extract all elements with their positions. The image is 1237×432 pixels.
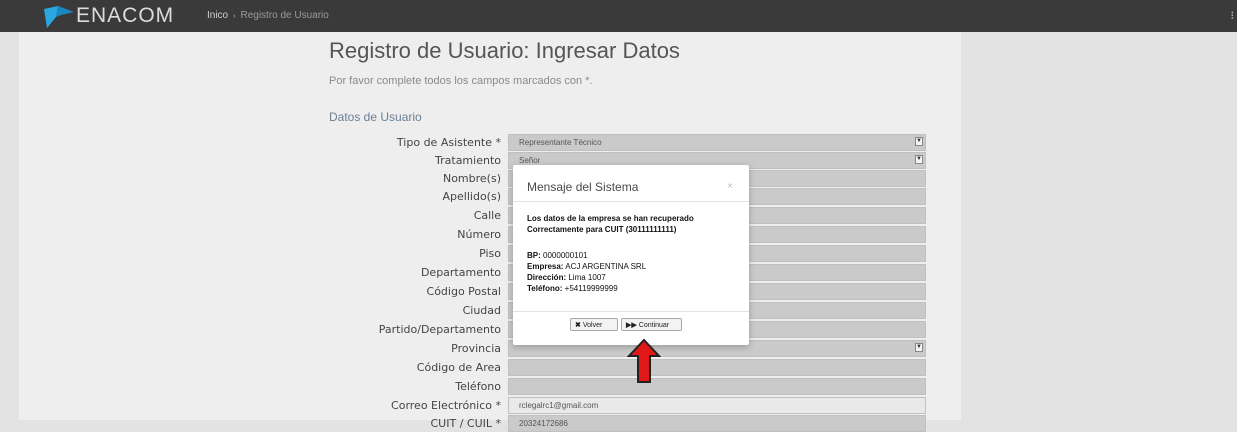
breadcrumb-home-link[interactable]: Inico	[207, 10, 228, 21]
direccion-label: Dirección:	[527, 273, 567, 282]
field-label: Teléfono	[455, 380, 501, 393]
divider	[513, 311, 749, 312]
telefono-value: +54119999999	[564, 284, 618, 293]
telefono-label: Teléfono:	[527, 284, 563, 293]
field-label: Tratamiento	[435, 154, 501, 167]
continuar-label: Continuar	[638, 322, 670, 329]
field-label: Departamento	[420, 266, 501, 279]
system-message-dialog: Mensaje del Sistema × Los datos de la em…	[513, 165, 749, 345]
enacom-logo-icon	[44, 6, 74, 28]
chevron-down-icon[interactable]: ▼	[915, 343, 923, 352]
continuar-button[interactable]: ▶▶ Continuar	[621, 318, 682, 331]
volver-button[interactable]: ✖ Volver	[570, 318, 618, 331]
page-title: Registro de Usuario: Ingresar Datos	[329, 38, 680, 63]
telefono-line: Teléfono: +54119999999	[527, 283, 737, 294]
field-label: Código de Area	[416, 361, 501, 374]
direccion-line: Dirección: Lima 1007	[527, 272, 737, 283]
bp-line: BP: 0000000101	[527, 250, 737, 261]
field-label: Calle	[473, 209, 501, 222]
form-row-cuit: CUIT / CUIL * 20324172686	[0, 415, 1237, 432]
empresa-value: ACJ ARGENTINA SRL	[565, 262, 647, 271]
close-icon[interactable]: ×	[727, 181, 733, 192]
field-label: Piso	[479, 247, 501, 260]
field-label: Apellido(s)	[442, 190, 501, 203]
field-label: CUIT / CUIL *	[430, 417, 502, 430]
fast-forward-icon: ▶▶	[626, 322, 637, 329]
bp-label: BP:	[527, 251, 541, 260]
field-label: Partido/Departamento	[378, 323, 501, 336]
cuit-input[interactable]: 20324172686	[508, 415, 926, 432]
empresa-line: Empresa: ACJ ARGENTINA SRL	[527, 261, 737, 272]
field-label: Número	[457, 228, 501, 241]
x-icon: ✖	[575, 322, 581, 329]
form-row-telefono: Teléfono	[0, 378, 1237, 395]
tipo-asistente-select[interactable]: Representante Técnico	[508, 134, 926, 151]
codigo-area-input[interactable]	[508, 359, 926, 376]
top-navigation-bar: ENACOM Inico › Registro de Usuario ⁝	[0, 0, 1237, 32]
field-label: Código Postal	[426, 285, 501, 298]
divider	[513, 201, 749, 202]
direccion-value: Lima 1007	[568, 273, 606, 282]
breadcrumb-separator-icon: ›	[233, 13, 236, 20]
telefono-input[interactable]	[508, 378, 926, 395]
company-info: BP: 0000000101 Empresa: ACJ ARGENTINA SR…	[527, 250, 737, 294]
page-subtitle: Por favor complete todos los campos marc…	[329, 75, 593, 87]
field-label: Correo Electrónico *	[391, 399, 501, 412]
section-title: Datos de Usuario	[329, 110, 422, 124]
email-field[interactable]: rclegalrc1@gmail.com	[508, 397, 926, 414]
form-row-tipo-asistente: Tipo de Asistente * Representante Técnic…	[0, 134, 1237, 151]
dialog-message: Los datos de la empresa se han recuperad…	[527, 214, 694, 234]
logo-text[interactable]: ENACOM	[76, 4, 174, 28]
form-row-codigo-area: Código de Area	[0, 359, 1237, 376]
menu-icon[interactable]: ⁝	[1231, 9, 1235, 22]
empresa-label: Empresa:	[527, 262, 564, 271]
field-label: Ciudad	[462, 304, 501, 317]
chevron-down-icon[interactable]: ▼	[915, 155, 923, 164]
form-row-correo: Correo Electrónico * rclegalrc1@gmail.co…	[0, 397, 1237, 414]
field-label: Nombre(s)	[442, 172, 501, 185]
chevron-down-icon[interactable]: ▼	[915, 137, 923, 146]
dialog-body: Los datos de la empresa se han recuperad…	[527, 213, 737, 294]
breadcrumb: Inico › Registro de Usuario	[207, 10, 329, 21]
bp-value: 0000000101	[543, 251, 588, 260]
volver-label: Volver	[582, 322, 603, 329]
breadcrumb-current: Registro de Usuario	[240, 10, 329, 21]
field-label: Tipo de Asistente *	[396, 136, 501, 149]
field-label: Provincia	[451, 342, 501, 355]
dialog-title: Mensaje del Sistema	[527, 180, 639, 194]
red-up-arrow-annotation	[627, 338, 661, 383]
